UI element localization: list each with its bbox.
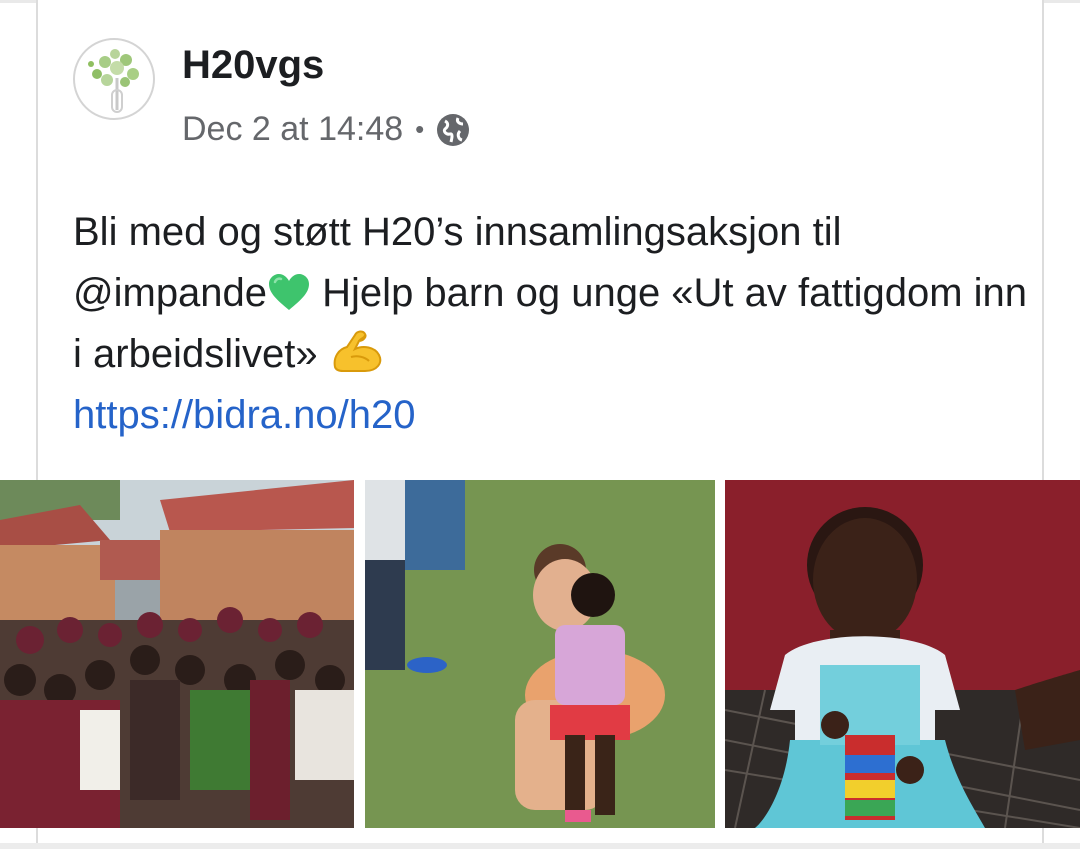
- post-timestamp[interactable]: Dec 2 at 14:48: [182, 110, 403, 149]
- flexed-biceps-icon: [333, 330, 381, 372]
- photo-woman-child[interactable]: [365, 480, 715, 828]
- bottom-divider: [0, 843, 1080, 849]
- post-body: Bli med og støtt H20’s innsamlingsaksjon…: [73, 202, 1033, 446]
- tree-logo-icon: [88, 49, 139, 113]
- green-heart-icon: [269, 274, 310, 310]
- girl-blocks-image: [725, 480, 1080, 828]
- page-avatar[interactable]: [73, 38, 155, 120]
- post-meta: Dec 2 at 14:48 •: [182, 110, 470, 149]
- woman-child-image: [365, 480, 715, 828]
- meta-separator: •: [415, 114, 425, 144]
- photo-students-group[interactable]: [0, 480, 354, 828]
- globe-icon[interactable]: [436, 113, 470, 147]
- page-name[interactable]: H20vgs: [182, 43, 324, 88]
- photo-girl-blocks[interactable]: [725, 480, 1080, 828]
- donation-link[interactable]: https://bidra.no/h20: [73, 385, 1033, 446]
- students-group-image: [0, 480, 354, 828]
